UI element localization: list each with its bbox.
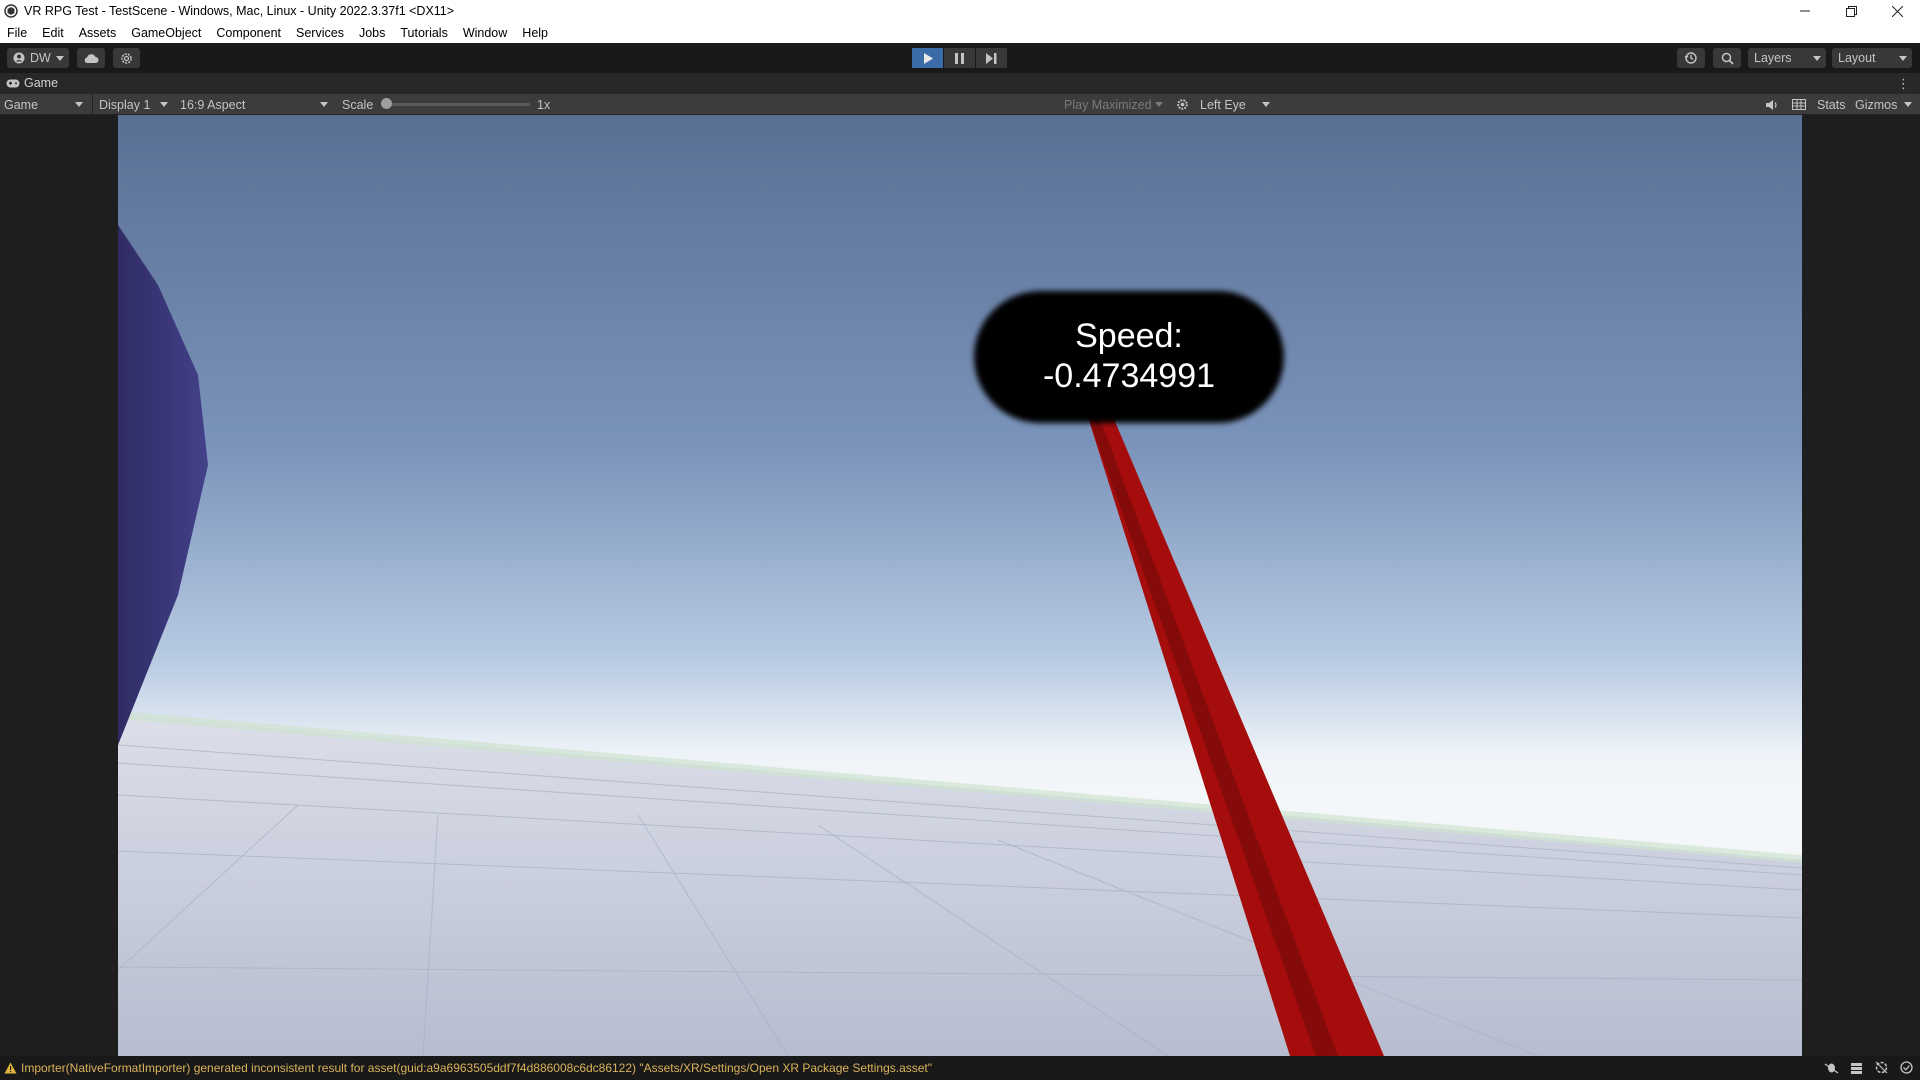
game-viewport[interactable]: Speed: -0.4734991 bbox=[118, 115, 1802, 1056]
tab-game-label: Game bbox=[24, 76, 59, 90]
pause-icon bbox=[955, 52, 964, 64]
play-maximized-dropdown[interactable]: Play Maximized bbox=[1064, 94, 1168, 115]
restore-button[interactable] bbox=[1828, 0, 1874, 22]
aspect-dropdown[interactable]: 16:9 Aspect bbox=[180, 94, 333, 115]
cloud-icon bbox=[84, 53, 99, 63]
chevron-down-icon bbox=[1813, 56, 1821, 61]
warning-icon bbox=[4, 1062, 17, 1074]
chevron-down-icon bbox=[1262, 102, 1270, 107]
speaker-icon bbox=[1766, 99, 1777, 110]
step-icon bbox=[986, 52, 997, 64]
vr-settings-button[interactable] bbox=[1176, 94, 1189, 115]
gizmos-label: Gizmos bbox=[1855, 97, 1898, 112]
layers-label: Layers bbox=[1754, 51, 1792, 65]
game-view-toolbar: Game Display 1 16:9 Aspect Scale 1x Play… bbox=[0, 94, 1920, 115]
auto-refresh-icon[interactable] bbox=[1874, 1060, 1889, 1075]
undo-history-button[interactable] bbox=[1677, 48, 1705, 68]
eye-dropdown[interactable]: Left Eye bbox=[1200, 94, 1275, 115]
menu-services[interactable]: Services bbox=[289, 26, 352, 40]
menu-component[interactable]: Component bbox=[209, 26, 289, 40]
collab-button[interactable] bbox=[113, 48, 140, 68]
display-dropdown[interactable]: Display 1 bbox=[99, 94, 173, 115]
more-options-icon[interactable]: ⋮ bbox=[1897, 76, 1910, 92]
game-tab-bar: Game ⋮ bbox=[0, 73, 1920, 94]
chevron-down-icon bbox=[56, 56, 64, 61]
chevron-down-icon bbox=[160, 102, 168, 107]
play-button[interactable] bbox=[912, 48, 943, 68]
settings-gear-icon bbox=[121, 52, 132, 64]
close-button[interactable] bbox=[1874, 0, 1920, 22]
play-controls bbox=[912, 48, 1008, 68]
account-icon bbox=[13, 52, 25, 64]
scale-slider[interactable] bbox=[385, 103, 530, 106]
window-title: VR RPG Test - TestScene - Windows, Mac, … bbox=[24, 4, 455, 18]
search-button[interactable] bbox=[1713, 48, 1741, 68]
play-mode-label: Play Maximized bbox=[1064, 97, 1152, 112]
restore-icon bbox=[1845, 5, 1857, 17]
gamepad-icon bbox=[6, 79, 20, 87]
close-icon bbox=[1891, 5, 1903, 17]
debug-mode-icon[interactable] bbox=[1824, 1060, 1839, 1075]
stats-button[interactable]: Stats bbox=[1817, 94, 1846, 115]
unity-logo-icon bbox=[4, 4, 18, 18]
pause-button[interactable] bbox=[944, 48, 975, 68]
menu-window[interactable]: Window bbox=[456, 26, 515, 40]
layout-label: Layout bbox=[1838, 51, 1876, 65]
mute-audio-button[interactable] bbox=[1765, 94, 1778, 115]
chevron-down-icon bbox=[1899, 56, 1907, 61]
step-button[interactable] bbox=[976, 48, 1007, 68]
cloud-button[interactable] bbox=[77, 48, 105, 68]
window-titlebar: VR RPG Test - TestScene - Windows, Mac, … bbox=[0, 0, 1920, 22]
display-label: Display 1 bbox=[99, 97, 151, 112]
play-icon bbox=[923, 52, 933, 64]
view-mode-label: Game bbox=[4, 97, 39, 112]
view-mode-dropdown[interactable]: Game bbox=[4, 94, 88, 115]
menu-jobs[interactable]: Jobs bbox=[352, 26, 393, 40]
account-label: DW bbox=[30, 51, 51, 65]
menu-assets[interactable]: Assets bbox=[72, 26, 125, 40]
menu-help[interactable]: Help bbox=[515, 26, 556, 40]
account-dropdown[interactable]: DW bbox=[7, 48, 69, 68]
grid-icon bbox=[1792, 99, 1806, 110]
main-toolbar: DW Layers Layout bbox=[0, 43, 1920, 73]
console-status-bar[interactable]: Importer(NativeFormatImporter) generated… bbox=[0, 1056, 1920, 1080]
minimize-button[interactable] bbox=[1782, 0, 1828, 22]
check-circle-icon[interactable] bbox=[1899, 1060, 1914, 1075]
scene-render: Speed: -0.4734991 bbox=[118, 115, 1802, 1056]
aspect-label: 16:9 Aspect bbox=[180, 97, 246, 112]
menu-bar: File Edit Assets GameObject Component Se… bbox=[0, 22, 1920, 43]
search-icon bbox=[1721, 52, 1734, 65]
chevron-down-icon bbox=[320, 102, 328, 107]
progress-stack-icon[interactable] bbox=[1849, 1060, 1864, 1075]
eye-label: Left Eye bbox=[1200, 97, 1246, 112]
speed-label-line2: -0.4734991 bbox=[1043, 357, 1215, 395]
tab-game[interactable]: Game bbox=[6, 76, 58, 90]
status-icons bbox=[1824, 1060, 1914, 1075]
history-icon bbox=[1684, 52, 1697, 64]
speed-label-line1: Speed: bbox=[1075, 317, 1183, 355]
gizmos-dropdown[interactable]: Gizmos bbox=[1855, 94, 1917, 115]
gear-icon bbox=[1177, 99, 1188, 110]
minimize-icon bbox=[1800, 10, 1810, 12]
divider bbox=[92, 94, 93, 115]
grid-toggle-button[interactable] bbox=[1792, 94, 1806, 115]
menu-file[interactable]: File bbox=[0, 26, 35, 40]
chevron-down-icon bbox=[75, 102, 83, 107]
status-message: Importer(NativeFormatImporter) generated… bbox=[21, 1061, 933, 1075]
scale-label: Scale bbox=[342, 97, 374, 112]
menu-gameobject[interactable]: GameObject bbox=[124, 26, 209, 40]
layout-dropdown[interactable]: Layout bbox=[1832, 48, 1912, 68]
scale-value: 1x bbox=[537, 97, 551, 112]
menu-tutorials[interactable]: Tutorials bbox=[393, 26, 455, 40]
layers-dropdown[interactable]: Layers bbox=[1748, 48, 1826, 68]
scale-slider-thumb[interactable] bbox=[381, 98, 392, 109]
chevron-down-icon bbox=[1904, 102, 1912, 107]
menu-edit[interactable]: Edit bbox=[35, 26, 72, 40]
chevron-down-icon bbox=[1155, 102, 1163, 107]
